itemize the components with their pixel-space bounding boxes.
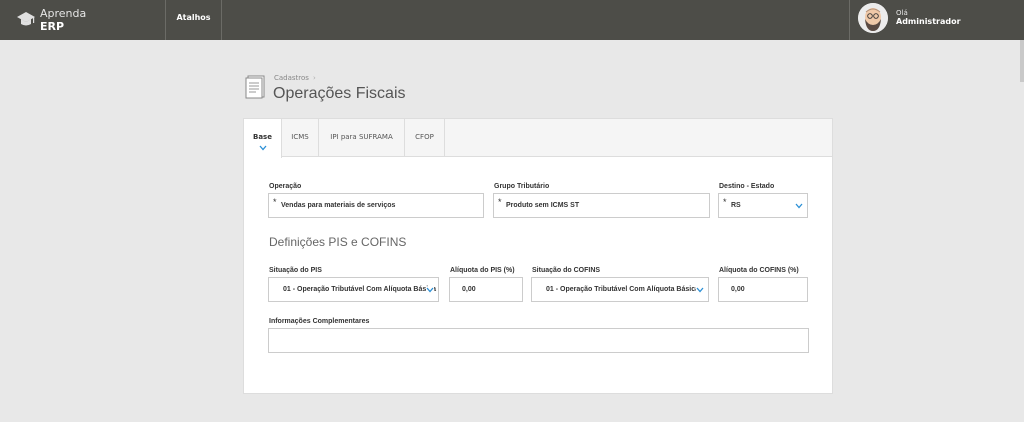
grupo-tributario-value: Produto sem ICMS ST (506, 202, 580, 209)
tab-bar: Base ICMS IPI para SUFRAMA CFOP (244, 119, 832, 158)
situacao-pis-value: 01 - Operação Tributável Com Alíquota Bá… (283, 286, 437, 293)
destino-estado-value: RS (731, 202, 741, 209)
tab-cfop-label: CFOP (415, 133, 434, 141)
situacao-cofins-label: Situação do COFINS (532, 267, 601, 274)
tab-icms-label: ICMS (291, 133, 309, 141)
destino-estado-label: Destino - Estado (719, 183, 775, 190)
avatar (858, 3, 888, 33)
brand-logo[interactable]: Aprenda ERP (0, 0, 166, 40)
brand-line2: ERP (40, 20, 65, 33)
section-pis-cofins-title: Definições PIS e COFINS (269, 235, 407, 249)
operacao-field[interactable]: * Vendas para materiais de serviços (268, 193, 484, 218)
tab-ipi-suframa-label: IPI para SUFRAMA (330, 133, 393, 141)
tab-base-label: Base (253, 133, 272, 141)
situacao-pis-select[interactable]: 01 - Operação Tributável Com Alíquota Bá… (268, 277, 439, 302)
brand-line1: Aprenda (40, 7, 87, 20)
chevron-down-icon (426, 287, 434, 293)
form-card: Base ICMS IPI para SUFRAMA CFOP Operação… (243, 118, 833, 394)
aliquota-pis-label: Alíquota do PIS (%) (450, 267, 515, 274)
aliquota-cofins-label: Alíquota do COFINS (%) (719, 267, 799, 274)
situacao-cofins-select[interactable]: 01 - Operação Tributável Com Alíquota Bá… (531, 277, 709, 302)
tab-icms[interactable]: ICMS (282, 119, 319, 157)
atalhos-menu[interactable]: Atalhos (166, 0, 222, 40)
tab-ipi-suframa[interactable]: IPI para SUFRAMA (319, 119, 405, 157)
tab-cfop[interactable]: CFOP (405, 119, 445, 157)
page-scrollbar[interactable] (1020, 40, 1024, 82)
breadcrumb[interactable]: Cadastros › (274, 74, 316, 82)
situacao-pis-label: Situação do PIS (269, 267, 322, 274)
breadcrumb-cadastros[interactable]: Cadastros (274, 74, 309, 82)
user-name: Administrador (896, 17, 961, 26)
required-asterisk: * (723, 197, 727, 207)
document-icon (245, 75, 265, 99)
aliquota-cofins-input[interactable]: 0,00 (718, 277, 808, 302)
aliquota-pis-input[interactable]: 0,00 (449, 277, 523, 302)
operacao-value: Vendas para materiais de serviços (281, 202, 396, 209)
user-menu[interactable]: Olá Administrador (849, 0, 1024, 40)
chevron-down-icon (696, 287, 704, 293)
chevron-down-icon (259, 145, 266, 151)
destino-estado-select[interactable]: * RS (718, 193, 808, 218)
situacao-cofins-value: 01 - Operação Tributável Com Alíquota Bá… (546, 286, 700, 293)
informacoes-label: Informações Complementares (269, 318, 370, 325)
aliquota-cofins-value: 0,00 (731, 286, 745, 293)
graduation-cap-icon (17, 12, 35, 26)
required-asterisk: * (273, 197, 277, 207)
user-greeting: Olá (896, 9, 908, 17)
chevron-down-icon (795, 203, 803, 209)
page-title: Operações Fiscais (273, 85, 406, 102)
operacao-label: Operação (269, 183, 302, 190)
informacoes-input[interactable] (268, 328, 809, 353)
avatar-illustration (858, 3, 888, 33)
aliquota-pis-value: 0,00 (462, 286, 476, 293)
grupo-tributario-field[interactable]: * Produto sem ICMS ST (493, 193, 710, 218)
required-asterisk: * (498, 197, 502, 207)
chevron-right-icon: › (312, 74, 316, 82)
grupo-tributario-label: Grupo Tributário (494, 183, 550, 190)
top-bar: Aprenda ERP Atalhos Olá Administrador (0, 0, 1024, 40)
tab-base[interactable]: Base (244, 119, 282, 158)
